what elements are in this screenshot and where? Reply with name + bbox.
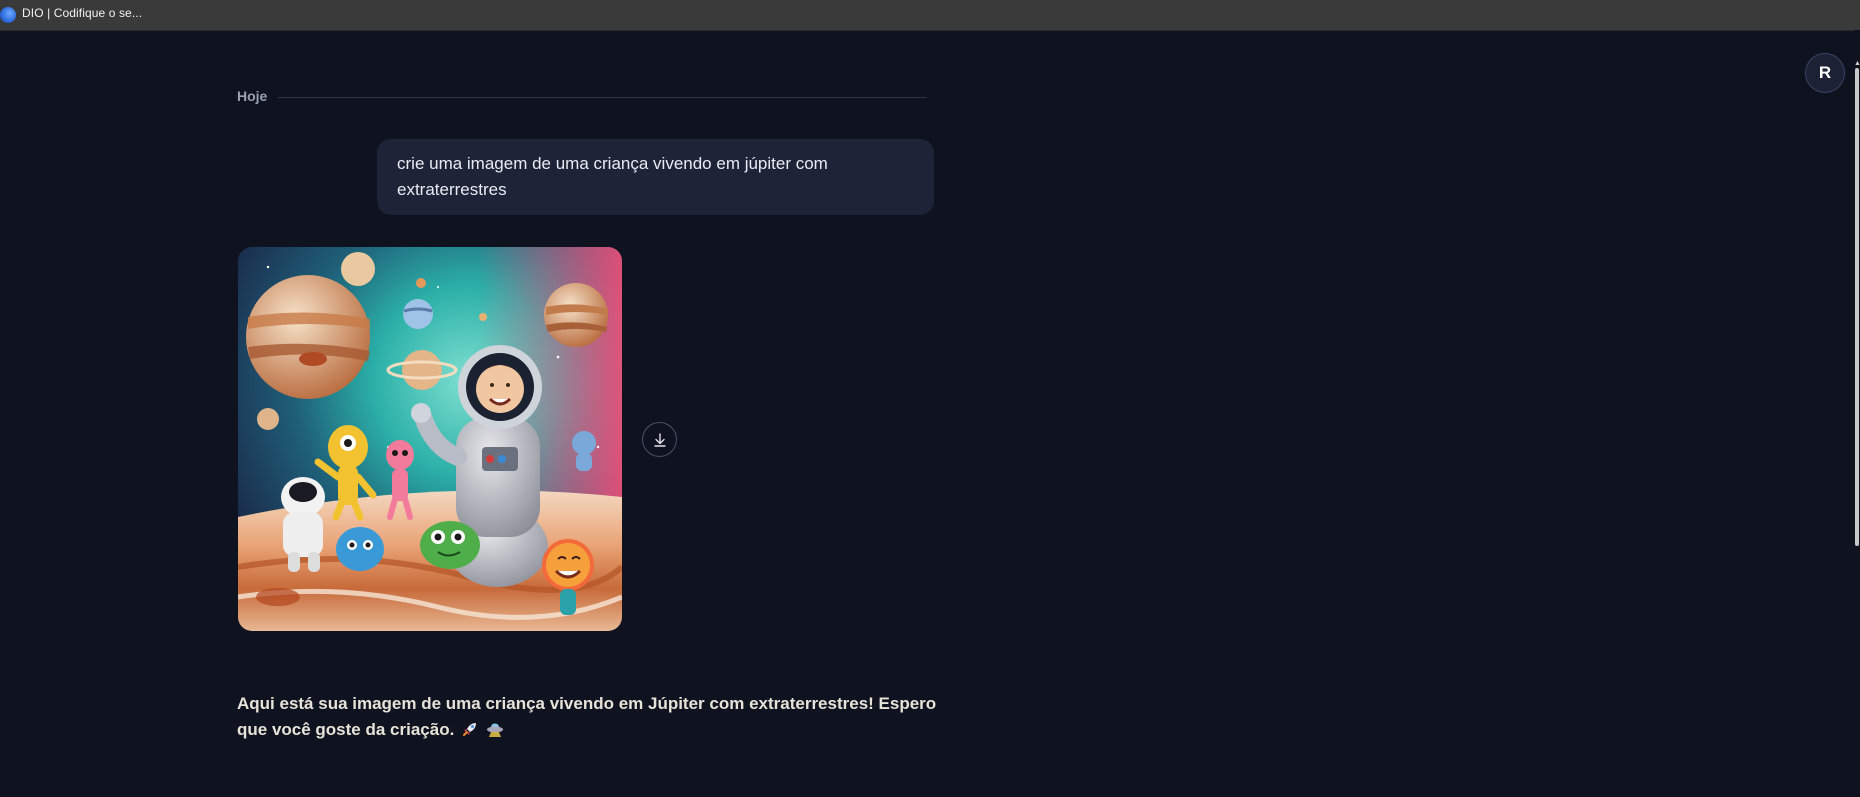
rocket-icon [463, 723, 477, 736]
generated-image-illustration [238, 247, 622, 631]
scroll-up-arrow-icon[interactable]: ▲ [1854, 60, 1860, 68]
scrollbar-thumb[interactable] [1855, 68, 1859, 546]
browser-tab-title[interactable]: DIO | Codifique o se... [22, 6, 142, 20]
date-divider: Hoje [237, 88, 927, 108]
ufo-icon [486, 723, 503, 737]
download-icon [653, 432, 666, 447]
user-avatar[interactable]: R [1805, 53, 1845, 93]
download-image-button[interactable] [642, 422, 677, 457]
assistant-message-text: Aqui está sua imagem de uma criança vive… [237, 694, 937, 739]
dio-favicon-icon [0, 7, 16, 23]
divider-line [278, 97, 927, 98]
assistant-message: Aqui está sua imagem de uma criança vive… [237, 691, 957, 743]
generated-image[interactable] [238, 247, 622, 631]
page-scrollbar[interactable]: ▲ [1854, 30, 1860, 797]
date-label: Hoje [237, 88, 268, 104]
user-message-bubble: crie uma imagem de uma criança vivendo e… [377, 139, 934, 215]
browser-tab-bar: DIO | Codifique o se... [0, 0, 1860, 31]
